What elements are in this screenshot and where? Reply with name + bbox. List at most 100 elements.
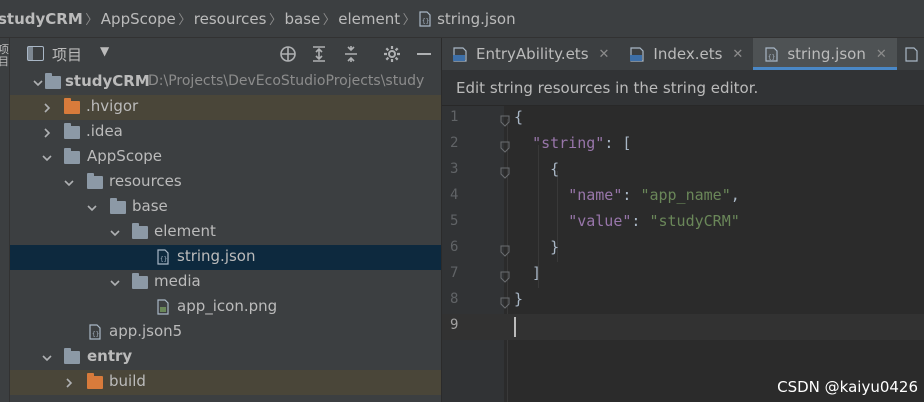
code-text: { (514, 160, 559, 178)
code-line[interactable]: 3 { (442, 158, 924, 184)
code-editor[interactable]: 1{2 "string": [3 {4 "name": "app_name", 5… (442, 106, 924, 402)
code-line[interactable]: 6 } (442, 236, 924, 262)
json-punctuation: ] (514, 264, 542, 282)
svg-text:{}: {} (422, 18, 429, 25)
tree-item-label: .hvigor (86, 97, 139, 115)
tree-item-resources[interactable]: resources (10, 170, 441, 195)
tab-index-ets[interactable]: Index.ets ✕ (619, 38, 753, 70)
chevron-down-icon[interactable] (109, 227, 121, 239)
fold-marker-icon[interactable] (500, 268, 510, 283)
breadcrumb-item-appscope[interactable]: AppScope (101, 10, 176, 28)
chevron-right-icon: 〉 (402, 13, 416, 28)
project-panel-title[interactable]: 项目 (52, 44, 82, 65)
svg-text:{}: {} (92, 331, 99, 338)
image-file-icon (156, 299, 172, 315)
chevron-down-icon[interactable]: ▼ (100, 44, 109, 58)
chevron-down-icon[interactable] (41, 352, 53, 364)
json-punctuation: } (514, 238, 560, 256)
close-icon[interactable]: ✕ (876, 47, 887, 62)
tab-overflow[interactable] (897, 38, 924, 70)
tree-item-media[interactable]: media (10, 270, 441, 295)
tree-item-app-json5[interactable]: {} app.json5 (10, 320, 441, 345)
tree-item-idea[interactable]: .idea (10, 120, 441, 145)
breadcrumb-item-element[interactable]: element (338, 10, 400, 28)
json-punctuation: : (622, 186, 641, 204)
code-text: ] (514, 264, 541, 282)
chevron-right-icon: 〉 (322, 13, 336, 28)
close-icon[interactable]: ✕ (732, 47, 743, 62)
fold-marker-icon[interactable] (500, 164, 510, 179)
json-key: "name" (568, 186, 623, 204)
code-text: "name": "app_name", (514, 186, 740, 204)
code-line[interactable]: 4 "name": "app_name", (442, 184, 924, 210)
json-punctuation (514, 186, 568, 204)
line-number: 4 (450, 187, 459, 203)
tree-item-base[interactable]: base (10, 195, 441, 220)
project-panel: 项目 ▼ studyCRM D:\Projects\DevEcoStudioPr… (10, 38, 442, 402)
code-line[interactable]: 8} (442, 288, 924, 314)
tree-item-appscope[interactable]: AppScope (10, 145, 441, 170)
minimize-icon[interactable] (414, 44, 434, 64)
close-icon[interactable]: ✕ (599, 47, 610, 62)
left-tool-strip: 项目 (0, 38, 10, 402)
module-folder-icon (45, 73, 61, 89)
line-number: 1 (450, 109, 459, 125)
code-text: { (514, 108, 523, 126)
tab-string-json[interactable]: {} string.json ✕ (753, 38, 898, 70)
line-number: 3 (450, 161, 459, 177)
chevron-down-icon[interactable] (32, 77, 44, 89)
breadcrumb-item-label: string.json (437, 9, 516, 28)
locate-icon[interactable] (278, 44, 298, 64)
json-file-icon: {} (763, 46, 781, 62)
code-text: "string": [ (514, 134, 631, 152)
folder-icon (110, 198, 126, 214)
tree-item-hvigor[interactable]: .hvigor (10, 95, 441, 120)
json-punctuation (514, 212, 568, 230)
json-file-icon: {} (418, 10, 432, 27)
fold-marker-icon[interactable] (500, 112, 510, 127)
json-punctuation (514, 134, 532, 152)
fold-marker-icon[interactable] (500, 294, 510, 309)
chevron-right-icon[interactable] (63, 377, 75, 389)
tree-item-app-icon-png[interactable]: app_icon.png (10, 295, 441, 320)
svg-text:{}: {} (160, 256, 167, 263)
chevron-down-icon[interactable] (109, 277, 121, 289)
breadcrumb-item-base[interactable]: base (284, 10, 320, 28)
tree-item-label: AppScope (87, 147, 162, 165)
chevron-down-icon[interactable] (86, 202, 98, 214)
breadcrumb-item-resources[interactable]: resources (194, 10, 267, 28)
collapse-all-icon[interactable] (341, 44, 361, 64)
fold-marker-icon[interactable] (500, 138, 510, 153)
breadcrumb-item-studycrm[interactable]: studyCRM (0, 10, 83, 28)
breadcrumb-item-string-json[interactable]: {} string.json (418, 10, 516, 28)
chevron-down-icon[interactable] (41, 152, 53, 164)
project-tool-window-button[interactable]: 项目 (0, 44, 10, 68)
tree-item-string-json[interactable]: {} string.json (10, 245, 441, 270)
tree-item-build[interactable]: build (10, 370, 441, 395)
expand-all-icon[interactable] (309, 44, 329, 64)
code-line[interactable]: 7 ] (442, 262, 924, 288)
tree-item-entry[interactable]: entry (10, 345, 441, 370)
gear-icon[interactable] (382, 44, 402, 64)
tab-entryability-ets[interactable]: EntryAbility.ets ✕ (442, 38, 619, 70)
chevron-right-icon[interactable] (41, 102, 53, 114)
code-line[interactable]: 9 (442, 314, 924, 340)
json-punctuation: : (631, 212, 650, 230)
project-window-icon (27, 46, 44, 61)
json-punctuation: } (514, 290, 524, 308)
code-line[interactable]: 1{ (442, 106, 924, 132)
chevron-right-icon[interactable] (41, 127, 53, 139)
fold-marker-icon[interactable] (500, 242, 510, 257)
tree-item-element[interactable]: element (10, 220, 441, 245)
code-line[interactable]: 2 "string": [ (442, 132, 924, 158)
module-folder-icon (64, 148, 80, 164)
tree-item-label: .idea (86, 122, 123, 140)
tree-item-label: app.json5 (109, 322, 183, 340)
ets-file-icon (452, 46, 470, 62)
chevron-down-icon[interactable] (63, 177, 75, 189)
code-line[interactable]: 5 "value": "studyCRM" (442, 210, 924, 236)
tree-item-studycrm[interactable]: studyCRM D:\Projects\DevEcoStudioProject… (10, 70, 441, 95)
editor-tab-bar: EntryAbility.ets ✕ Index.ets ✕ {} string… (442, 38, 924, 70)
json-key: "value" (568, 212, 632, 230)
folder-icon (87, 173, 103, 189)
